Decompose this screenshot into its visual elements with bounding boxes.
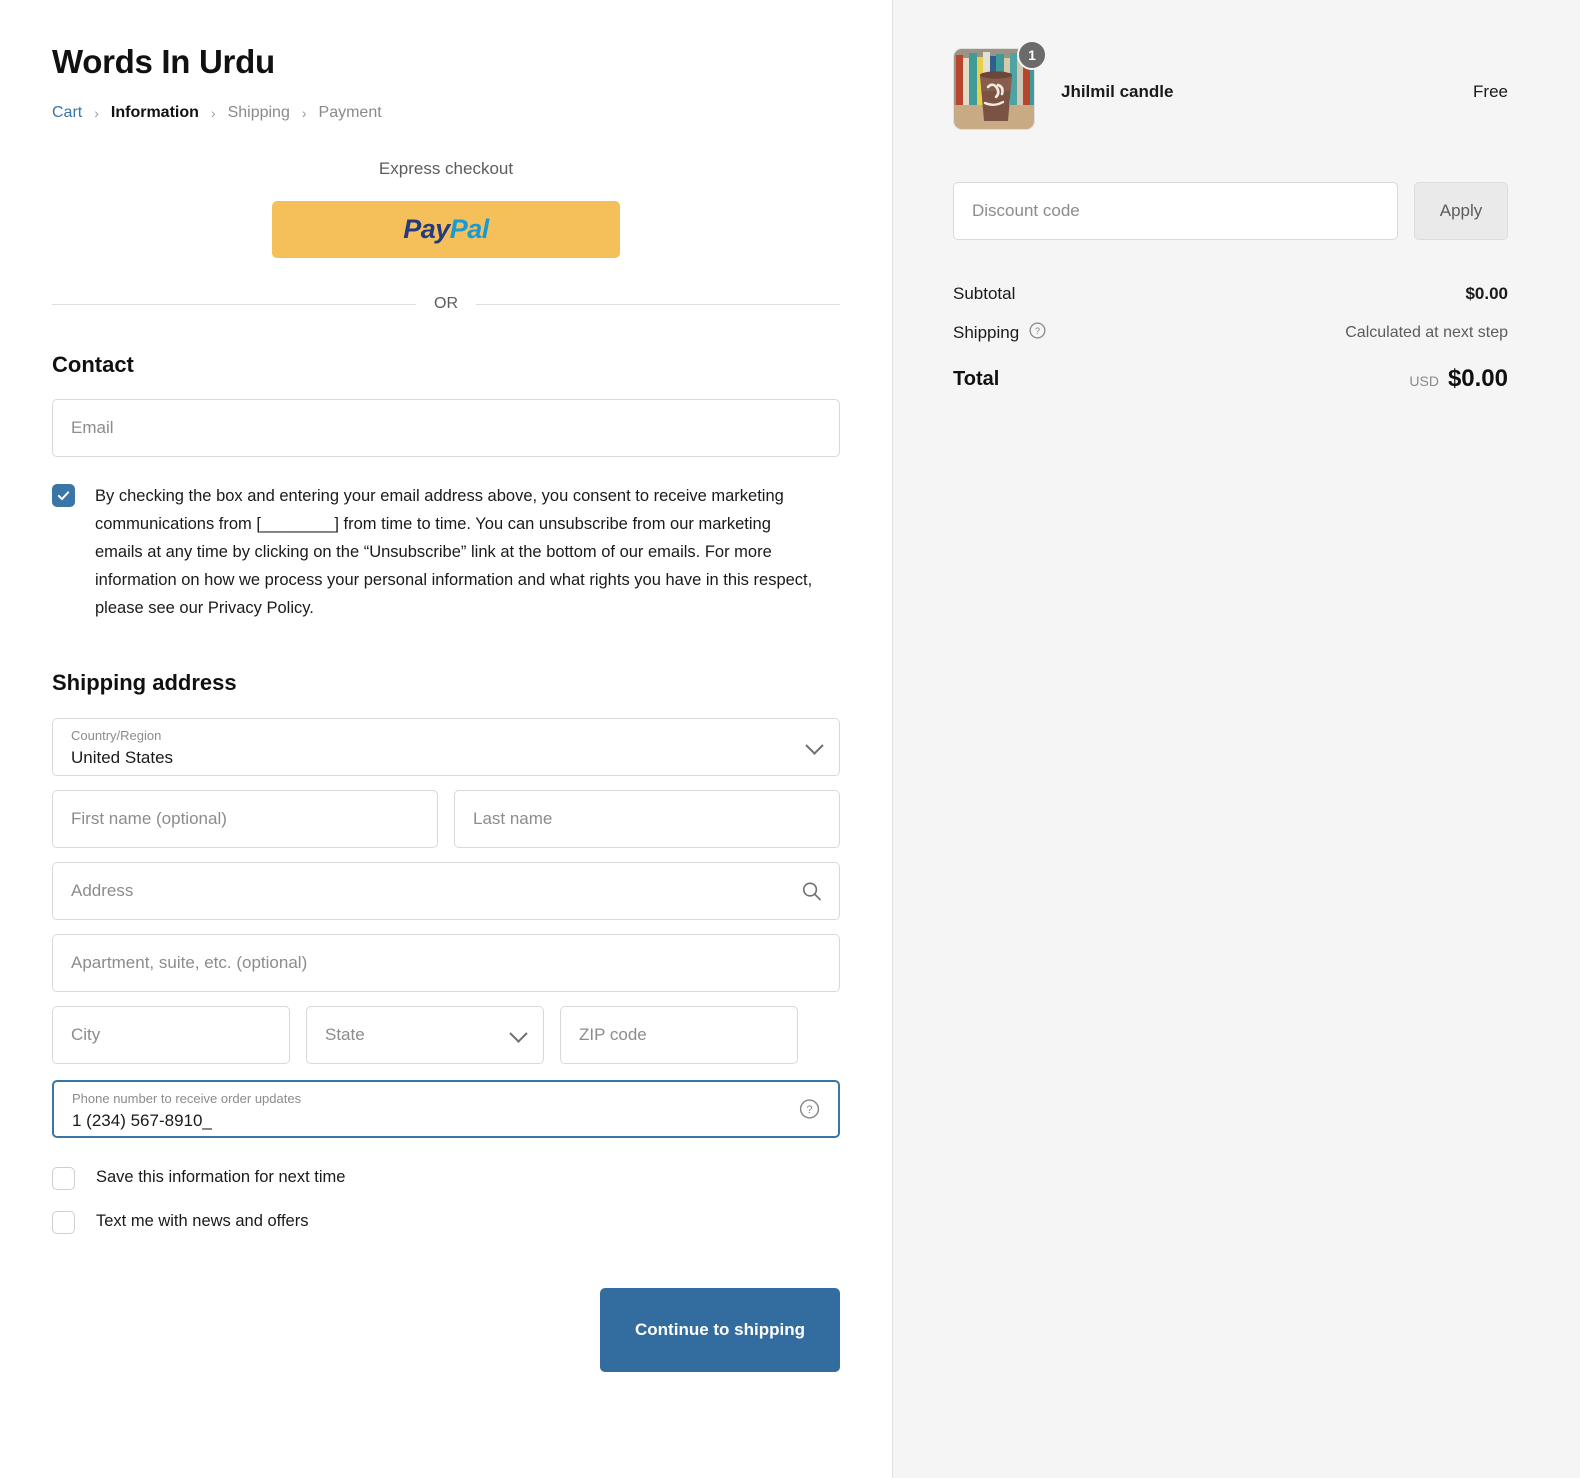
total-value: $0.00	[1448, 365, 1508, 392]
search-icon[interactable]	[801, 881, 822, 902]
city-state-zip-row: City State ZIP code	[52, 1006, 840, 1064]
help-icon[interactable]: ?	[798, 1098, 821, 1121]
marketing-consent-checkbox[interactable]	[52, 484, 75, 507]
state-placeholder: State	[325, 1025, 365, 1045]
city-field[interactable]: City	[52, 1006, 290, 1064]
or-divider: OR	[52, 295, 840, 313]
last-name-placeholder: Last name	[473, 809, 552, 829]
first-name-placeholder: First name (optional)	[71, 809, 227, 829]
subtotal-label: Subtotal	[953, 284, 1015, 304]
checkout-options: Save this information for next time Text…	[52, 1165, 840, 1234]
save-info-label: Save this information for next time	[96, 1168, 345, 1187]
help-icon[interactable]: ?	[1028, 321, 1047, 345]
apartment-placeholder: Apartment, suite, etc. (optional)	[71, 953, 307, 973]
apply-discount-button[interactable]: Apply	[1414, 182, 1508, 240]
check-icon	[56, 488, 71, 503]
svg-text:?: ?	[1035, 326, 1040, 336]
chevron-right-icon: ›	[211, 105, 216, 121]
paypal-logo: PayPal	[403, 214, 489, 245]
paypal-logo-pal: Pal	[450, 214, 489, 244]
shipping-address-section: Shipping address Country/Region United S…	[52, 670, 840, 1138]
product-thumbnail-wrap: 1	[953, 48, 1041, 136]
total-row: Total USD $0.00	[953, 365, 1508, 393]
product-name: Jhilmil candle	[1061, 82, 1453, 102]
or-label: OR	[434, 295, 458, 313]
contact-heading: Contact	[52, 352, 840, 378]
order-summary-panel: 1 Jhilmil candle Free Discount code Appl…	[893, 0, 1580, 1478]
total-amount-wrap: USD $0.00	[1409, 365, 1508, 393]
breadcrumb-information[interactable]: Information	[111, 104, 199, 122]
paypal-logo-pay: Pay	[403, 214, 450, 244]
zip-code-field[interactable]: ZIP code	[560, 1006, 798, 1064]
discount-code-input[interactable]: Discount code	[953, 182, 1398, 240]
total-label: Total	[953, 368, 999, 391]
subtotal-row: Subtotal $0.00	[953, 284, 1508, 304]
shipping-value: Calculated at next step	[1345, 324, 1508, 342]
shipping-label-wrap: Shipping ?	[953, 321, 1047, 345]
chevron-right-icon: ›	[94, 105, 99, 121]
zip-code-placeholder: ZIP code	[579, 1025, 647, 1045]
shipping-fields: Country/Region United States First name …	[52, 718, 840, 1138]
checkout-form-panel: Words In Urdu Cart › Information › Shipp…	[0, 0, 893, 1478]
continue-to-shipping-button[interactable]: Continue to shipping	[600, 1288, 840, 1372]
first-name-field[interactable]: First name (optional)	[52, 790, 438, 848]
marketing-consent-row: By checking the box and entering your em…	[52, 482, 840, 622]
order-line-item: 1 Jhilmil candle Free	[953, 48, 1508, 136]
text-offers-checkbox[interactable]	[52, 1211, 75, 1234]
breadcrumb-payment: Payment	[319, 104, 382, 122]
breadcrumb: Cart › Information › Shipping › Payment	[52, 104, 840, 122]
quantity-badge: 1	[1017, 40, 1047, 70]
name-row: First name (optional) Last name	[52, 790, 840, 848]
country-region-label: Country/Region	[71, 728, 821, 745]
phone-number-label: Phone number to receive order updates	[72, 1091, 820, 1108]
last-name-field[interactable]: Last name	[454, 790, 840, 848]
product-price: Free	[1473, 82, 1508, 102]
express-checkout-label: Express checkout	[52, 159, 840, 179]
address-placeholder: Address	[71, 881, 133, 901]
divider-line-right	[476, 304, 840, 305]
submit-row: Continue to shipping	[52, 1288, 840, 1372]
subtotal-value: $0.00	[1465, 284, 1508, 304]
breadcrumb-cart[interactable]: Cart	[52, 104, 82, 122]
total-currency: USD	[1409, 373, 1439, 389]
divider-line-left	[52, 304, 416, 305]
chevron-down-icon	[509, 1025, 527, 1043]
save-info-checkbox[interactable]	[52, 1167, 75, 1190]
marketing-consent-text: By checking the box and entering your em…	[95, 482, 815, 622]
phone-number-value: 1 (234) 567-8910_	[72, 1108, 820, 1134]
save-info-row: Save this information for next time	[52, 1165, 840, 1190]
contact-section: Contact Email By checking the box and en…	[52, 352, 840, 622]
city-placeholder: City	[71, 1025, 100, 1045]
state-select[interactable]: State	[306, 1006, 544, 1064]
apartment-field[interactable]: Apartment, suite, etc. (optional)	[52, 934, 840, 992]
paypal-button[interactable]: PayPal	[272, 201, 620, 258]
address-field[interactable]: Address	[52, 862, 840, 920]
checkout-page: Words In Urdu Cart › Information › Shipp…	[0, 0, 1580, 1478]
order-totals: Subtotal $0.00 Shipping ? Calculated at …	[953, 284, 1508, 393]
country-region-select[interactable]: Country/Region United States	[52, 718, 840, 776]
shipping-label: Shipping	[953, 323, 1019, 343]
text-offers-label: Text me with news and offers	[96, 1212, 308, 1231]
shipping-row: Shipping ? Calculated at next step	[953, 321, 1508, 345]
breadcrumb-shipping: Shipping	[228, 104, 290, 122]
shipping-address-heading: Shipping address	[52, 670, 840, 696]
discount-row: Discount code Apply	[953, 182, 1508, 240]
email-field[interactable]: Email	[52, 399, 840, 457]
chevron-right-icon: ›	[302, 105, 307, 121]
email-placeholder: Email	[71, 418, 114, 438]
svg-text:?: ?	[806, 1105, 812, 1117]
phone-number-field[interactable]: Phone number to receive order updates 1 …	[52, 1080, 840, 1138]
country-region-value: United States	[71, 745, 821, 771]
shop-title: Words In Urdu	[52, 44, 840, 80]
text-offers-row: Text me with news and offers	[52, 1209, 840, 1234]
